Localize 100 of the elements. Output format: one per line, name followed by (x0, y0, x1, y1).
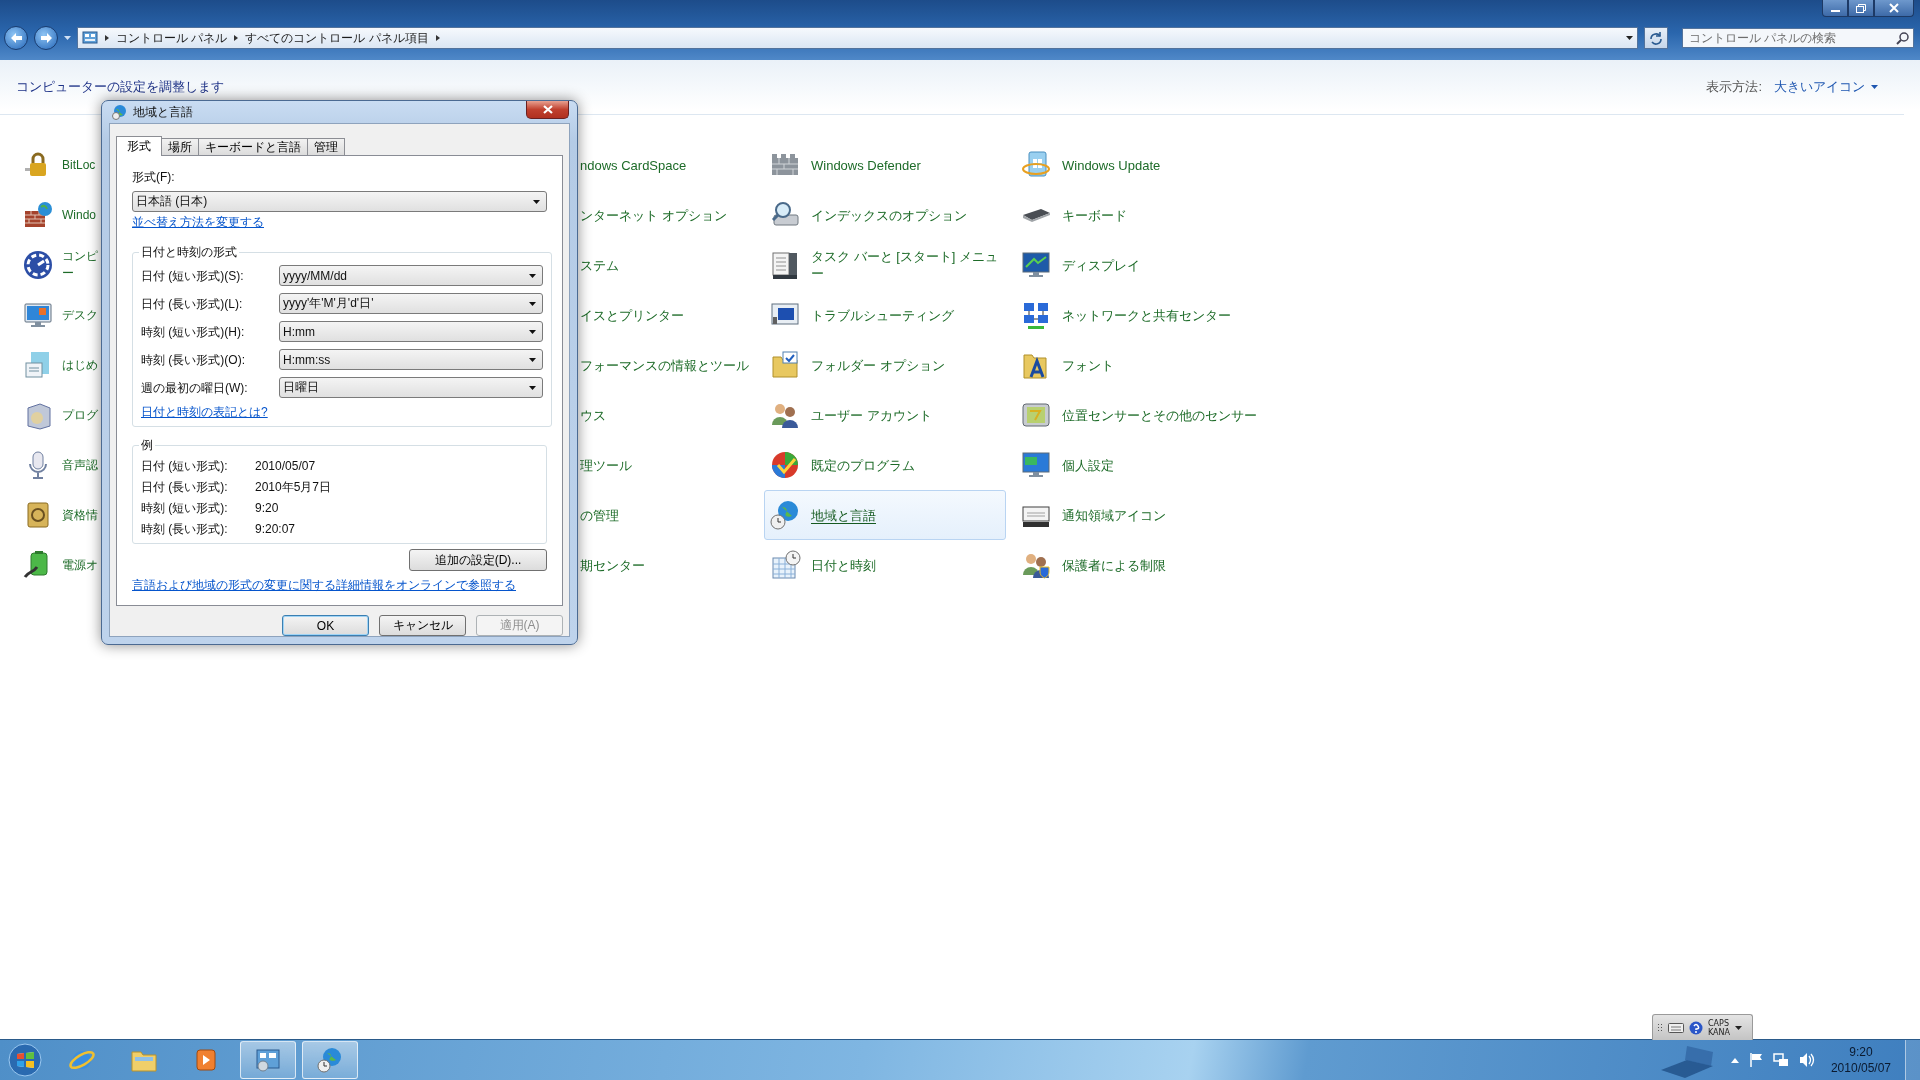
control-panel-item[interactable]: Windows Update (1015, 140, 1257, 190)
close-button[interactable] (1874, 0, 1914, 17)
control-panel-item[interactable]: 電源オ (17, 540, 103, 590)
address-bar[interactable]: コントロール パネル すべてのコントロール パネル項目 (77, 27, 1638, 49)
additional-settings-button[interactable]: 追加の設定(D)... (409, 549, 547, 571)
control-panel-item[interactable]: 通知領域アイコン (1015, 490, 1257, 540)
field-label: 時刻 (長い形式)(O): (141, 351, 246, 368)
caret-icon (529, 273, 536, 278)
control-panel-item[interactable]: 保護者による制限 (1015, 540, 1257, 590)
control-panel-item[interactable]: プログ (17, 390, 103, 440)
control-panel-item[interactable]: ウス (580, 390, 606, 440)
control-panel-item[interactable]: 地域と言語 (764, 490, 1006, 540)
control-panel-item[interactable]: フォーマンスの情報とツール (580, 340, 749, 390)
control-panel-item[interactable]: コンピ ー (17, 240, 103, 290)
control-panel-item[interactable]: トラブルシューティング (764, 290, 1006, 340)
network-icon (1772, 1052, 1789, 1068)
dialog-button[interactable]: OK (282, 615, 369, 636)
help-button[interactable] (1689, 1020, 1703, 1035)
control-panel-item[interactable]: 期センター (580, 540, 645, 590)
example-label: 日付 (短い形式): (141, 458, 229, 474)
format-dropdown[interactable]: H:mm (279, 321, 543, 342)
control-panel-item[interactable]: 個人設定 (1015, 440, 1257, 490)
input-mode-indicator: CAPS KANA (1708, 1018, 1731, 1037)
control-panel-item[interactable]: の管理 (580, 490, 619, 540)
caret-icon (1871, 85, 1878, 89)
colorful-circle-icon (769, 449, 801, 481)
folder-icon (769, 349, 801, 381)
forward-button[interactable] (34, 26, 58, 50)
control-panel-item[interactable]: フォルダー オプション (764, 340, 1006, 390)
help-link[interactable]: 日付と時刻の表記とは? (141, 405, 268, 419)
control-panel-item[interactable]: 日付と時刻 (764, 540, 1006, 590)
example-label: 時刻 (長い形式): (141, 521, 229, 537)
tab[interactable]: 形式 (116, 136, 162, 156)
format-dropdown[interactable]: 日曜日 (279, 377, 543, 398)
control-panel-item[interactable]: デスク (17, 290, 103, 340)
restore-button[interactable] (1848, 0, 1874, 17)
control-panel-item[interactable]: BitLoc (17, 140, 101, 190)
search-icon (1896, 31, 1909, 45)
tab[interactable]: 管理 (307, 138, 345, 155)
tab[interactable]: 場所 (161, 138, 199, 155)
close-button[interactable] (526, 101, 569, 119)
close-icon (1889, 3, 1899, 13)
control-panel-item[interactable]: はじめ (17, 340, 103, 390)
keyboard-icon (1668, 1020, 1684, 1035)
arrow-right-icon (39, 32, 53, 44)
control-panel-item[interactable]: インデックスのオプション (764, 190, 1006, 240)
control-panel-item[interactable]: Windo (17, 190, 101, 240)
page-title: コンピューターの設定を調整します (16, 78, 224, 96)
field-label: 形式(F): (132, 169, 176, 185)
minimize-button[interactable] (1822, 0, 1848, 17)
search-field[interactable]: コントロール パネルの検索 (1682, 28, 1914, 48)
dropdown-icon (64, 36, 71, 40)
field-label: 日付 (短い形式)(S): (141, 267, 245, 284)
format-dropdown[interactable]: H:mm:ss (279, 349, 543, 370)
format-dropdown[interactable]: 日本語 (日本) (132, 191, 547, 212)
breadcrumb-link[interactable]: コントロール パネル (116, 29, 228, 47)
clock[interactable]: 9:20 2010/05/07 (1830, 1044, 1891, 1076)
example-value: 9:20 (255, 500, 280, 516)
control-panel-item[interactable]: キーボード (1015, 190, 1257, 240)
show-hidden-icons-button[interactable] (1730, 1057, 1739, 1063)
keyboard-button[interactable] (1668, 1020, 1684, 1035)
refresh-button[interactable] (1644, 27, 1668, 49)
control-panel-item[interactable]: ステム (580, 240, 619, 290)
control-panel-item[interactable]: 資格情 (17, 490, 103, 540)
keyboard-icon (1020, 207, 1052, 223)
control-panel-item[interactable]: イスとプリンター (580, 290, 684, 340)
taskbar-button[interactable] (302, 1041, 358, 1079)
dialog-button[interactable]: キャンセル (379, 615, 466, 636)
speaker-icon (1798, 1052, 1815, 1068)
control-panel-item[interactable]: 位置センサーとその他のセンサー (1015, 390, 1257, 440)
control-panel-item[interactable]: ディスプレイ (1015, 240, 1257, 290)
breadcrumb-link[interactable]: すべてのコントロール パネル項目 (245, 29, 429, 47)
grip-icon (1657, 1023, 1663, 1032)
back-button[interactable] (4, 26, 28, 50)
arrow-left-icon (9, 32, 23, 44)
format-dropdown[interactable]: yyyy/MM/dd (279, 265, 543, 286)
taskbar-button[interactable] (240, 1041, 296, 1079)
example-label: 時刻 (短い形式): (141, 500, 229, 516)
tab[interactable]: キーボードと言語 (198, 138, 308, 155)
up-arrow-icon (1730, 1057, 1739, 1063)
caret-icon (529, 329, 536, 334)
sort-link[interactable]: 並べ替え方法を変更する (132, 214, 264, 230)
group-title: 例 (140, 437, 154, 454)
chevron-icon (434, 34, 441, 42)
control-panel-item[interactable]: タスク バーと [スタート] メニュ ー (764, 240, 1006, 290)
control-panel-item[interactable]: Windows Defender (764, 140, 1006, 190)
format-dropdown[interactable]: yyyy'年'M'月'd'日' (279, 293, 543, 314)
close-icon (542, 105, 553, 114)
control-panel-item[interactable]: 既定のプログラム (764, 440, 1006, 490)
globe-icon (769, 499, 801, 531)
online-help-link[interactable]: 言語および地域の形式の変更に関する詳細情報をオンラインで参照する (132, 577, 516, 593)
control-panel-item[interactable]: 音声認 (17, 440, 103, 490)
control-panel-item[interactable]: フォント (1015, 340, 1257, 390)
control-panel-item[interactable]: 理ツール (580, 440, 632, 490)
control-panel-item[interactable]: ndows CardSpace (580, 140, 687, 190)
control-panel-item[interactable]: ユーザー アカウント (764, 390, 1006, 440)
control-panel-item[interactable]: ンターネット オプション (580, 190, 727, 240)
control-panel-item[interactable]: ネットワークと共有センター (1015, 290, 1257, 340)
view-mode-link[interactable]: 大きいアイコン (1774, 78, 1878, 96)
gauge-icon (22, 249, 54, 281)
